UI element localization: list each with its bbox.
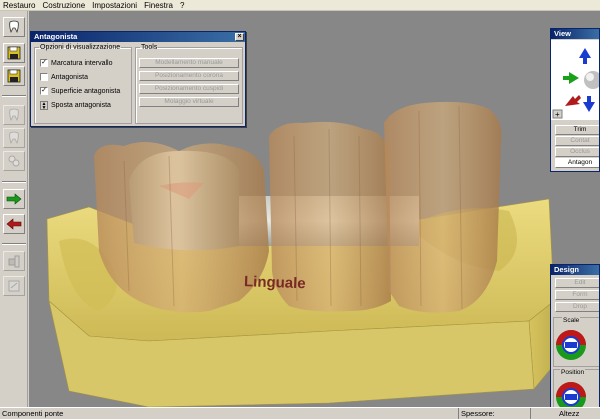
scale-label: Scale [562,317,581,324]
checkbox-box[interactable]: ✓ [40,87,48,95]
move-antagonista-row[interactable]: ▲ ▼ Sposta antagonista [40,101,111,111]
menu-help[interactable]: ? [180,0,184,11]
antagonist-view-button[interactable]: Antagon [555,158,599,168]
save-disk-icon [7,46,21,60]
menu-costruzione[interactable]: Costruzione [42,0,85,11]
scale-knob-icon[interactable] [555,329,587,361]
save-as-button[interactable] [3,66,25,86]
checkbox-marcatura-intervallo[interactable]: ✓ Marcatura intervallo [40,59,112,67]
toolbar-separator [2,95,26,97]
checkbox-box[interactable]: ✓ [40,59,48,67]
arrow-left-icon [6,218,22,230]
svg-text:+: + [555,110,560,119]
menu-impostazioni[interactable]: Impostazioni [92,0,137,11]
design-panel: Design Edit Form Drop Scale Position [550,264,600,418]
design-title: Design [554,265,580,274]
crown-right [384,101,502,313]
view-orientation-widget[interactable]: + [551,40,600,120]
tooth-view-3-button[interactable] [3,151,25,171]
checkbox-label: Marcatura intervallo [51,59,113,67]
position-label: Position [560,369,586,376]
export-tool-button[interactable] [3,276,25,296]
antagonista-panel: Antagonista × Opzioni di visualizzazione… [30,31,246,127]
trim-button[interactable]: Trim [555,125,599,135]
contact-button[interactable]: Contat [555,136,599,146]
tooth-group-icon [8,155,20,167]
edit-button[interactable]: Edit [555,278,599,288]
status-height-label: Altezz [559,409,580,418]
menu-finestra[interactable]: Finestra [144,0,173,11]
form-button[interactable]: Form [555,290,599,300]
status-components: Componenti ponte [2,409,64,418]
back-arrow-button[interactable] [3,214,25,234]
checkbox-label: Antagonista [51,73,88,81]
options-legend: Opzioni di visualizzazione [40,44,121,51]
view-title: View [554,29,571,38]
save-disk-icon [7,69,21,83]
status-thickness: Spessore: [458,408,530,419]
toolbar-separator [2,243,26,245]
tooth-icon [9,20,19,34]
view-titlebar[interactable]: View [551,29,599,39]
tooth-view-2-button[interactable] [3,128,25,148]
manual-modeling-button[interactable]: Modellamento manuale [139,58,239,68]
tooth-view-1-button[interactable] [3,105,25,125]
design-titlebar[interactable]: Design [551,265,599,275]
options-group: Opzioni di visualizzazione [34,44,132,124]
drop-button[interactable]: Drop [555,302,599,312]
next-arrow-button[interactable] [3,189,25,209]
checkbox-label: Superficie antagonista [51,87,121,95]
insert-tool-button[interactable] [3,251,25,271]
checkbox-superficie-antagonista[interactable]: ✓ Superficie antagonista [40,87,120,95]
left-toolbar [0,11,28,407]
arrow-right-icon [6,193,22,205]
status-bar: Componenti ponte Spessore: Altezz [0,407,600,419]
menu-bar: Restauro Costruzione Impostazioni Finest… [0,0,600,11]
checkbox-box[interactable] [40,73,48,81]
tooth-icon [9,108,19,122]
crown-left [94,142,269,313]
tool-icon [8,255,20,268]
virtual-grinding-button[interactable]: Molaggio virtuale [139,97,239,107]
checkbox-antagonista[interactable]: Antagonista [40,73,88,81]
tools-legend: Tools [141,44,158,51]
antagonista-title: Antagonista [34,32,78,41]
spinner-icon[interactable]: ▲ ▼ [40,101,48,111]
export-icon [8,280,20,292]
view-panel: View + Trim Contat Occlus Antagon [550,28,600,172]
status-height: Altezz [530,408,600,419]
move-antagonista-label: Sposta antagonista [51,102,111,109]
crown-position-button[interactable]: Posizionamento corona [139,71,239,81]
close-icon[interactable]: × [235,33,244,41]
lingual-label: Linguale [244,273,306,292]
save-button[interactable] [3,43,25,63]
antagonista-titlebar[interactable]: Antagonista × [31,32,245,42]
cusp-position-button[interactable]: Posizionamento cuspidi [139,84,239,94]
tooth-icon [9,131,19,145]
menu-restauro[interactable]: Restauro [3,0,35,11]
toolbar-separator [2,181,26,183]
tooth-tool-button[interactable] [3,17,25,37]
occlusion-button[interactable]: Occlus [555,147,599,157]
